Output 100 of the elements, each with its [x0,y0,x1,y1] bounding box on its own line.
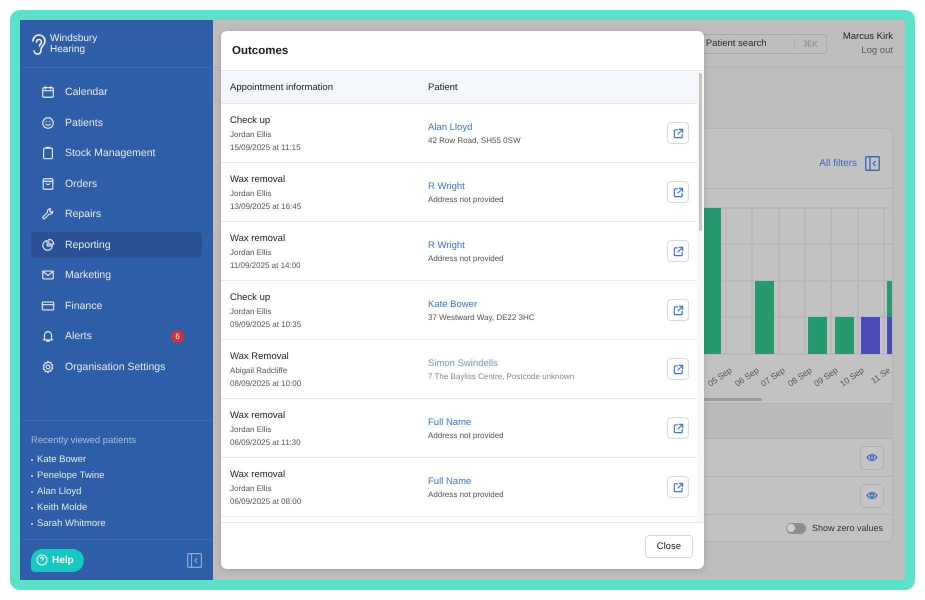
patient-link[interactable]: Kate Bower [428,298,667,310]
patient-link[interactable]: Alan Lloyd [428,122,667,132]
axis-label: 06 Sep [732,365,761,389]
clinician-name: Jordan Ellis [230,424,272,434]
external-link-icon [672,304,684,316]
all-filters-link[interactable]: All filters [819,158,857,169]
recent-patient-link[interactable]: Sarah Whitmore [37,518,106,529]
mail-icon [41,268,55,282]
appointment-datetime: 11/09/2025 at 14:00 [230,260,302,270]
recent-patient-link[interactable]: Alan Lloyd [37,486,82,497]
nav-item[interactable]: Marketing [31,262,202,288]
scrollbar-thumb[interactable] [699,73,702,231]
bag-icon [41,176,55,190]
toggle-label: Show zero values [812,523,883,533]
external-link-icon [672,422,684,434]
clipboard-icon [41,146,55,160]
appointment-type: Wax removal [230,468,286,480]
smile-icon [41,116,55,130]
clinician-name: Jordan Ellis [230,306,272,316]
appointment-type: Wax removal [230,174,286,184]
open-link-button[interactable] [667,299,689,321]
collapse-sidebar-icon[interactable] [187,552,202,568]
nav-item[interactable]: Finance [31,292,202,318]
dialog-title: Outcomes [232,44,288,56]
settings-icon [41,360,55,374]
section-title: Recently viewed patients [31,435,138,446]
view-button[interactable] [860,484,884,508]
clinician-name: Jordan Ellis [230,484,272,492]
recent-patient-link[interactable]: Keith Molde [37,502,88,513]
alert-count-badge: 6 [171,330,184,342]
patient-link[interactable]: Full Name [428,476,667,486]
view-button[interactable] [860,446,884,470]
filter-panel-icon[interactable] [865,156,880,171]
clinician-name: Jordan Ellis [230,248,272,256]
appointment-datetime: 09/09/2025 at 10:35 [230,320,302,328]
toggle-switch[interactable] [786,522,806,534]
open-link-button[interactable] [667,358,689,380]
patient-link[interactable]: R Wright [428,240,667,250]
appointment-datetime: 06/09/2025 at 11:30 [230,438,302,446]
nav-item[interactable]: Orders [31,170,202,196]
open-link-button[interactable] [667,417,689,439]
patient-address: Address not provided [428,490,505,498]
appointment-type: Wax removal [230,232,286,244]
axis-label: 09 Sep [812,365,840,389]
external-link-icon [672,364,684,374]
scrollbar-thumb[interactable] [704,398,762,400]
nav-item[interactable]: Alerts 6 [31,323,202,349]
column-header: Appointment information [229,82,334,92]
patient-address: 7 The Bayliss Centre, Postcode unknown [428,372,576,380]
eye-icon [866,491,878,500]
open-link-button[interactable] [667,181,689,203]
bar [808,317,827,354]
patient-link[interactable]: Full Name [428,416,667,428]
close-button[interactable]: Close [644,534,693,558]
nav-item[interactable]: Reporting [31,232,202,258]
clinician-name: Jordan Ellis [230,130,272,138]
axis-label: 05 Sep [706,365,734,389]
appointment-type: Check up [230,114,272,126]
card-icon [41,298,55,312]
nav-item[interactable]: Organisation Settings [31,354,202,380]
external-link-icon [672,186,684,198]
nav-item[interactable]: Patients [31,110,202,136]
patient-link[interactable]: Simon Swindells [428,358,667,368]
recent-patient-link[interactable]: Kate Bower [37,454,86,465]
appointment-type: Check up [230,292,272,302]
logout-link[interactable]: Log out [861,45,893,56]
open-link-button[interactable] [667,476,689,498]
appointment-datetime: 13/09/2025 at 16:45 [230,202,302,210]
user-name: Marcus Kirk [842,31,893,42]
pie-icon [41,238,55,252]
open-link-button[interactable] [667,240,689,262]
recent-patient-link[interactable]: Penelope Twine [37,470,104,481]
external-link-icon [672,246,684,256]
wrench-icon [41,207,55,221]
open-link-button[interactable] [667,122,689,144]
brand-name: Windsbury Hearing [50,32,98,54]
bar [861,317,880,354]
external-link-icon [672,482,684,492]
patient-address: Address not provided [428,430,505,440]
axis-label: 08 Sep [785,365,814,389]
appointment-type: Wax removal [230,410,286,420]
patient-link[interactable]: R Wright [428,180,667,192]
appointment-datetime: 08/09/2025 at 10:00 [230,378,302,388]
clinician-name: Jordan Ellis [230,188,272,198]
column-header: Patient [428,82,459,92]
axis-label: 11 Se [869,365,892,386]
patient-address: 37 Westward Way, DE22 3HC [428,312,536,322]
nav-item[interactable]: Repairs [31,201,202,227]
appointment-type: Wax Removal [230,350,290,362]
nav-item[interactable]: Calendar [31,79,202,105]
nav-item[interactable]: Stock Management [31,140,202,166]
axis-label: 10 Sep [838,365,866,389]
axis-label: 07 Sep [759,365,787,389]
external-link-icon [672,128,684,138]
patient-address: 42 Row Road, SH55 0SW [428,136,522,144]
clinician-name: Abigail Radcliffe [230,366,288,374]
appointment-datetime: 06/09/2025 at 08:00 [230,496,302,506]
eye-icon [866,453,878,462]
ear-logo-icon [30,32,46,56]
bar [835,317,854,354]
